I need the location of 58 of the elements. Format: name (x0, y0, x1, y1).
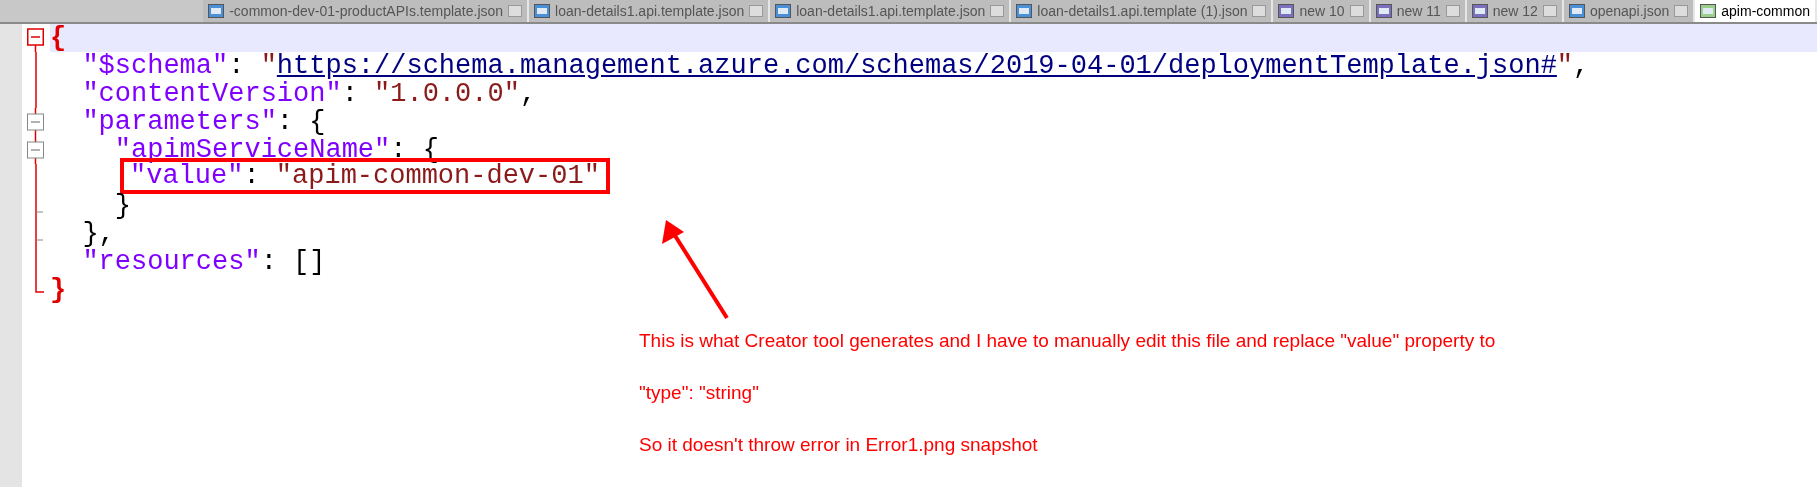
code-token: : [] (260, 248, 326, 276)
code-token: " (260, 52, 277, 80)
file-icon (534, 4, 551, 18)
file-tab[interactable]: loan-details1.api.template (1).json (1011, 0, 1274, 22)
fold-minus-icon[interactable] (27, 136, 44, 164)
annotation-text: So it doesn't throw error in Error1.png snapshot (639, 434, 1039, 456)
fold-tick-icon (34, 220, 43, 248)
file-icon (1375, 4, 1392, 18)
annotation-text: This is what Creator tool generates and I have to manually edit this file and replace "value" property to (639, 330, 1496, 352)
file-tab[interactable]: apim-common (1695, 0, 1817, 22)
close-icon[interactable] (1674, 5, 1689, 17)
close-icon[interactable] (508, 5, 523, 17)
code-token: "parameters" (81, 108, 277, 136)
code-token: , (1573, 52, 1590, 80)
file-icon (1278, 4, 1295, 18)
code-token: "apim-common-dev-01" (275, 162, 600, 190)
file-tab[interactable]: openapi.json (1563, 0, 1696, 22)
annotation-text: "type": "string" (639, 382, 760, 404)
code-token: "contentVersion" (81, 80, 342, 108)
fold-tick-icon (34, 192, 43, 220)
fold-minus-icon[interactable] (27, 108, 44, 136)
code-token: } (50, 276, 67, 304)
file-icon (1568, 4, 1585, 18)
schema-link[interactable]: https://schema.management.azure.com/schemas/2019-04-01/deploymentTemplate.json# (276, 52, 1557, 80)
file-icon (1016, 4, 1033, 18)
code-token: : (243, 162, 260, 190)
code-token: : { (276, 108, 326, 136)
code-token: "resources" (81, 248, 261, 276)
code-token: "value" (130, 162, 244, 190)
file-tab[interactable]: new 10 (1273, 0, 1371, 22)
code-token: { (50, 24, 67, 52)
file-icon (208, 4, 225, 18)
code-token: "1.0.0.0" (374, 80, 520, 108)
file-icon (1700, 4, 1717, 18)
code-token: , (519, 80, 537, 108)
file-icon (1471, 4, 1488, 18)
code-token: : (341, 80, 359, 108)
close-icon[interactable] (1445, 5, 1460, 17)
close-icon[interactable] (1349, 5, 1364, 17)
fold-line-icon (34, 164, 37, 192)
file-tab[interactable]: new 12 (1466, 0, 1564, 22)
fold-end-icon (34, 276, 44, 293)
fold-line-icon (34, 248, 37, 276)
code-token: "apimServiceName" (113, 136, 391, 164)
code-token: : (228, 52, 246, 80)
close-icon[interactable] (990, 5, 1005, 17)
file-tab[interactable]: new 11 (1370, 0, 1467, 22)
code-token: " (1556, 52, 1574, 80)
file-tab[interactable]: -common-dev-01-productAPIs.template.json (203, 0, 530, 22)
close-icon[interactable] (1542, 5, 1557, 17)
code-token: } (113, 192, 131, 220)
file-icon (775, 4, 792, 18)
close-icon[interactable] (749, 5, 764, 17)
file-tab[interactable]: loan-details1.api.template.json (529, 0, 771, 22)
code-token: "$schema" (81, 52, 229, 80)
file-tab[interactable]: loan-details1.api.template.json (770, 0, 1012, 22)
close-icon[interactable] (1252, 5, 1267, 17)
code-token: }, (81, 220, 115, 248)
